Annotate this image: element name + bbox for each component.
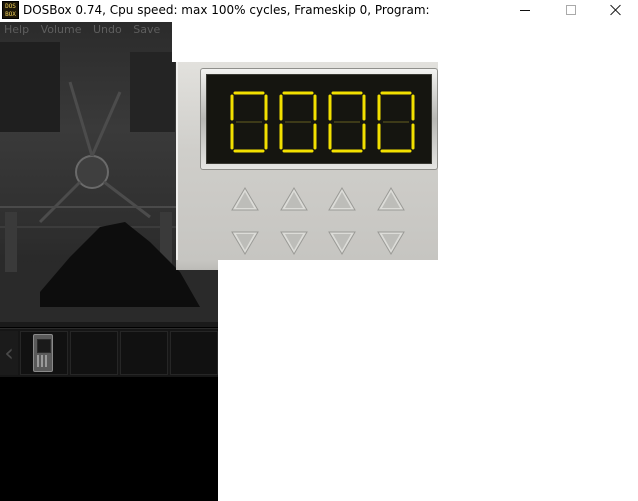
digit-1-up-button[interactable]: [230, 186, 260, 212]
digit-2: 0: [278, 91, 317, 153]
svg-text:0: 0: [229, 91, 230, 92]
digit-3-up-button[interactable]: [327, 186, 357, 212]
digit-3: 0: [327, 91, 366, 153]
pda-icon[interactable]: [33, 334, 53, 372]
menu-undo[interactable]: Undo: [93, 23, 122, 36]
menu-help[interactable]: Help: [4, 23, 29, 36]
digit-1: 0: [229, 91, 268, 153]
inventory-slot[interactable]: [170, 331, 218, 375]
menu-volume[interactable]: Volume: [41, 23, 82, 36]
inventory-bar: ‹: [0, 328, 218, 377]
svg-text:0: 0: [327, 91, 328, 92]
menu-save[interactable]: Save: [133, 23, 160, 36]
digit-4-down-button[interactable]: [376, 230, 406, 256]
game-menu-bar: Help Volume Undo Save: [0, 24, 168, 36]
inventory-slot[interactable]: [70, 331, 118, 375]
svg-text:0: 0: [376, 91, 377, 92]
window-title: DOSBox 0.74, Cpu speed: max 100% cycles,…: [23, 3, 433, 17]
overlay-blank: [172, 22, 442, 62]
display-bezel: 0 0 0 0: [200, 68, 438, 170]
title-bar: DOS BOX DOSBox 0.74, Cpu speed: max 100%…: [0, 0, 638, 22]
dosbox-window: DOS BOX DOSBox 0.74, Cpu speed: max 100%…: [0, 0, 638, 501]
digit-3-down-button[interactable]: [327, 230, 357, 256]
dosbox-app-icon: DOS BOX: [2, 1, 19, 19]
digit-4-up-button[interactable]: [376, 186, 406, 212]
minimize-button[interactable]: [502, 0, 548, 22]
digit-2-down-button[interactable]: [279, 230, 309, 256]
close-button[interactable]: [592, 0, 638, 22]
code-keypad-panel: 0 0 0 0: [176, 62, 438, 260]
digit-1-down-button[interactable]: [230, 230, 260, 256]
inventory-slot[interactable]: [20, 331, 68, 375]
inventory-scroll-left-button[interactable]: ‹: [0, 331, 18, 375]
inventory-slot[interactable]: [120, 331, 168, 375]
maximize-button[interactable]: [548, 0, 594, 22]
code-display: 0 0 0 0: [206, 74, 432, 164]
digit-4: 0: [376, 91, 415, 153]
digit-2-up-button[interactable]: [279, 186, 309, 212]
svg-text:0: 0: [278, 91, 279, 92]
